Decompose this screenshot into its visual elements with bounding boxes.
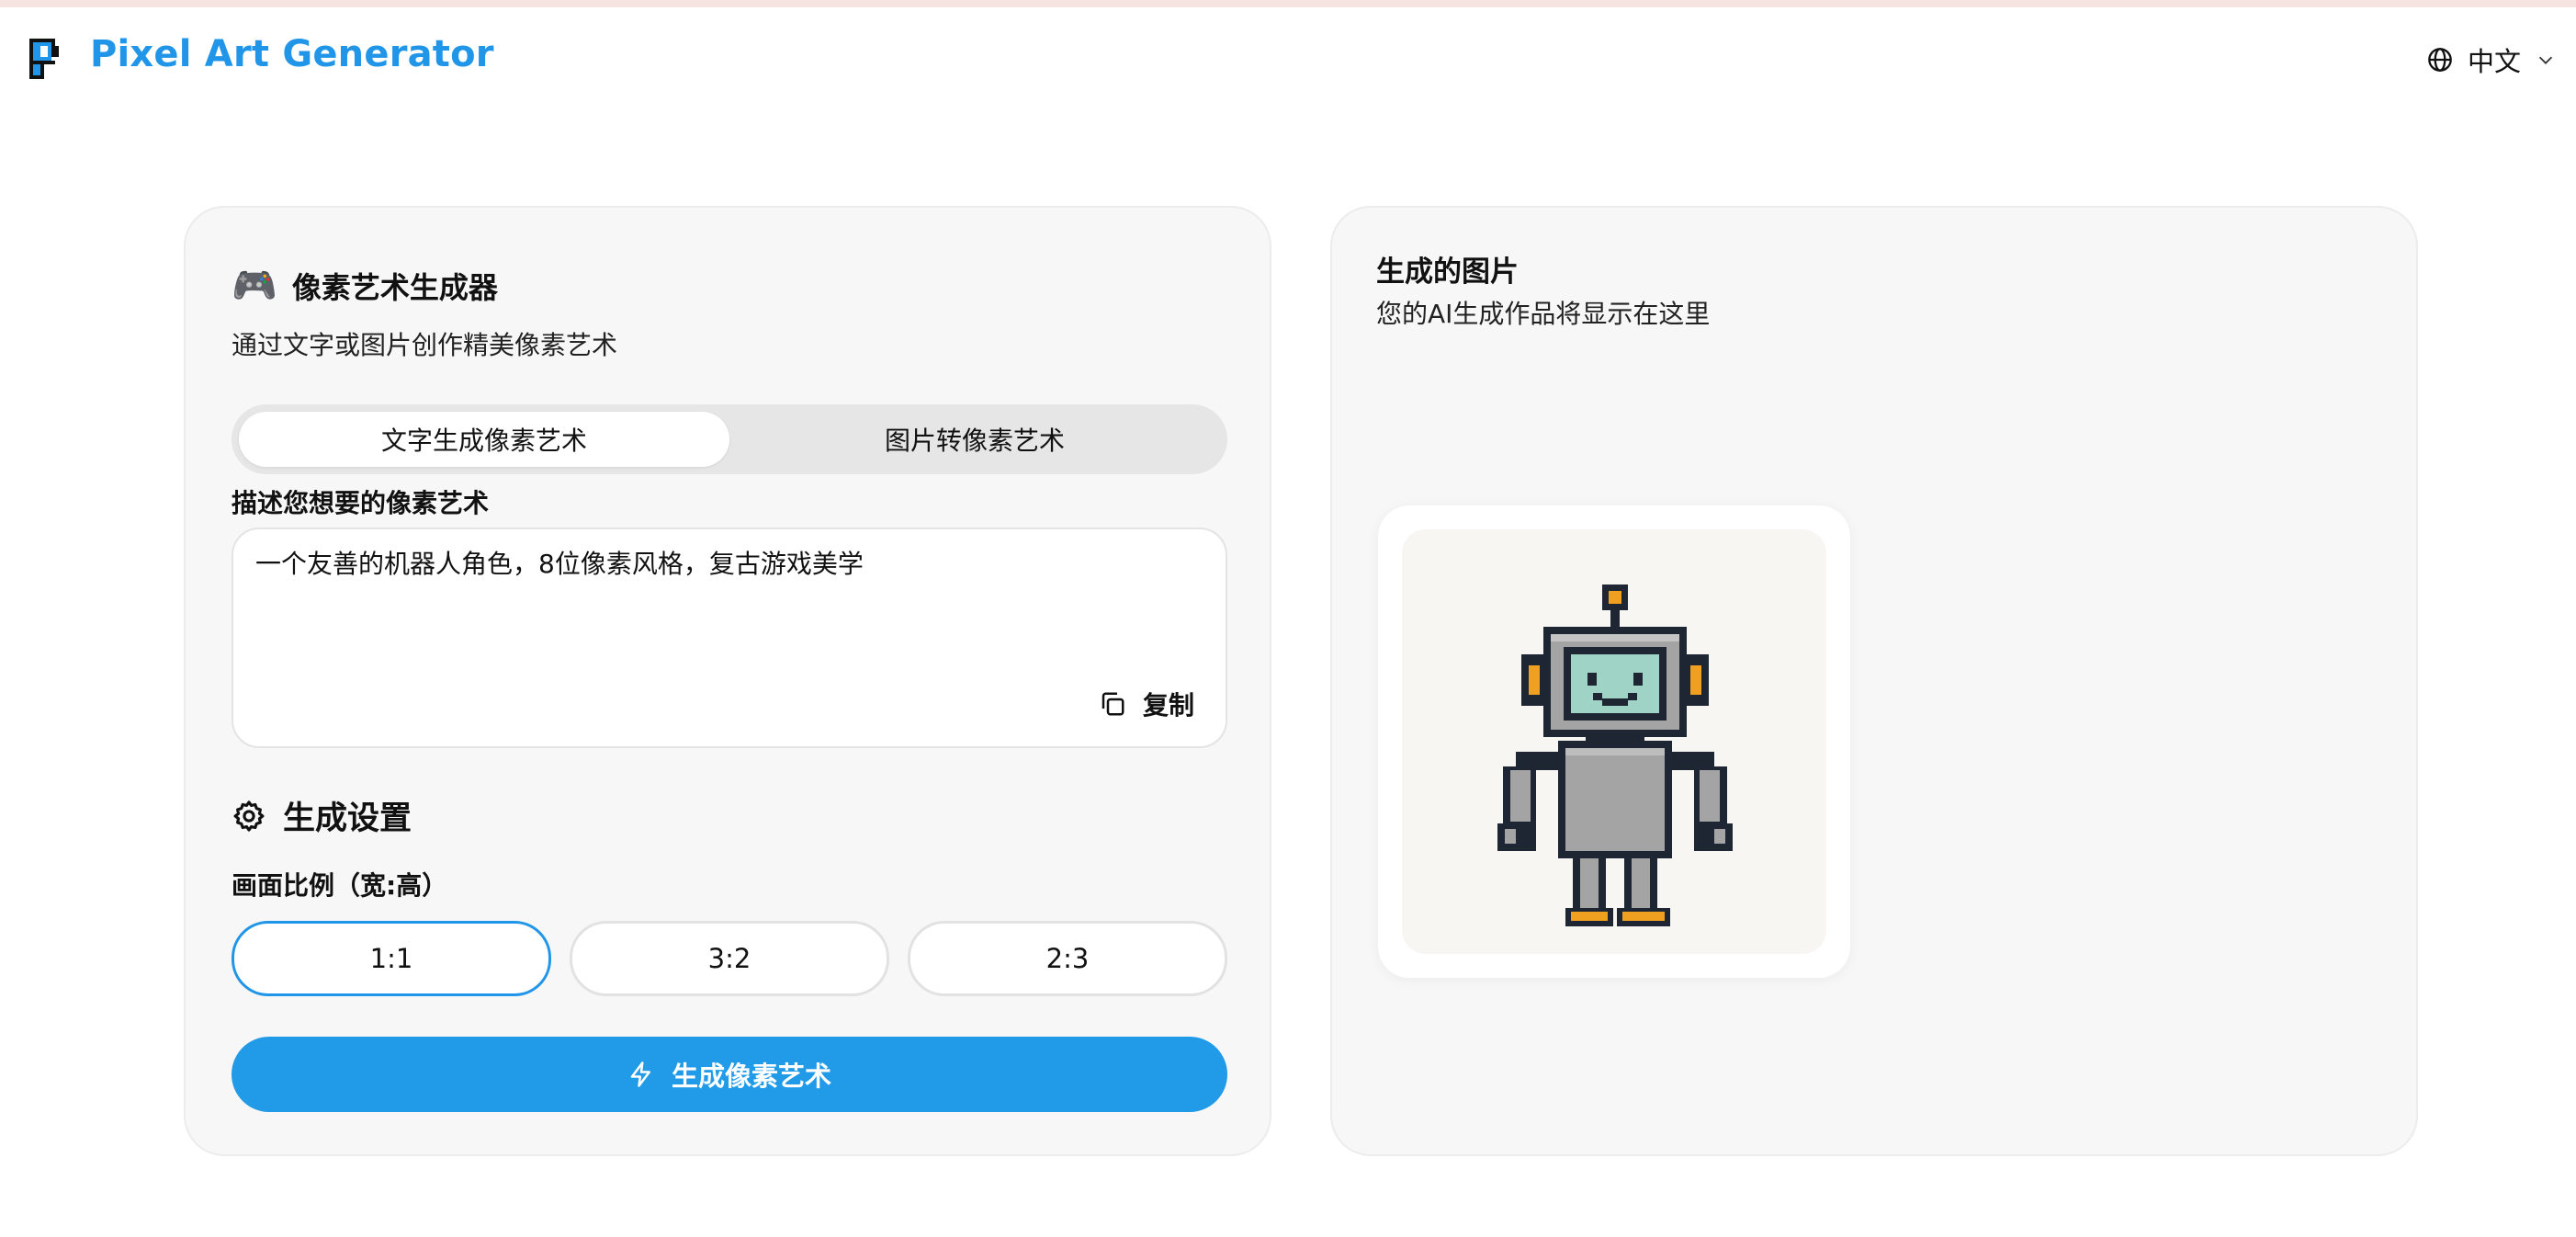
generated-image[interactable]	[1402, 529, 1826, 954]
result-subtitle: 您的AI生成作品将显示在这里	[1376, 299, 1711, 329]
mode-tabs: 文字生成像素艺术 图片转像素艺术	[232, 404, 1227, 474]
copy-icon	[1102, 692, 1124, 716]
app-header: Pixel Art Generator 中文	[0, 7, 2576, 108]
copy-button[interactable]: 复制	[1099, 686, 1194, 722]
ratio-1-1-button[interactable]: 1:1	[232, 921, 551, 996]
robot-pixel-art	[1497, 584, 1733, 926]
generator-panel: 🎮 像素艺术生成器 通过文字或图片创作精美像素艺术 文字生成像素艺术 图片转像素…	[184, 206, 1271, 1156]
generator-subtitle: 通过文字或图片创作精美像素艺术	[232, 330, 618, 360]
settings-title: 生成设置	[283, 800, 412, 837]
gear-icon	[233, 800, 265, 832]
top-strip	[0, 0, 2576, 7]
generated-image-frame[interactable]	[1378, 505, 1850, 978]
language-label: 中文	[2467, 46, 2521, 77]
globe-icon	[2428, 48, 2452, 72]
prompt-label: 描述您想要的像素艺术	[232, 488, 490, 518]
ratio-2-3-button[interactable]: 2:3	[908, 921, 1227, 996]
logo-icon[interactable]	[29, 39, 62, 79]
lightning-icon	[630, 1061, 650, 1087]
prompt-value[interactable]: 一个友善的机器人角色，8位像素风格，复古游戏美学	[255, 544, 864, 581]
copy-label: 复制	[1142, 690, 1194, 721]
generate-button[interactable]: 生成像素艺术	[232, 1037, 1227, 1112]
generate-label: 生成像素艺术	[671, 1061, 831, 1092]
ratio-3-2-button[interactable]: 3:2	[570, 921, 889, 996]
result-title: 生成的图片	[1376, 255, 1519, 289]
tab-image-to-pixel[interactable]: 图片转像素艺术	[729, 412, 1220, 467]
aspect-ratio-label: 画面比例（宽:高）	[232, 870, 448, 901]
generator-title-row: 🎮 像素艺术生成器	[232, 265, 498, 307]
chevron-down-icon	[2538, 56, 2553, 64]
language-selector[interactable]: 中文	[2427, 40, 2556, 79]
result-panel: 生成的图片 您的AI生成作品将显示在这里	[1330, 206, 2418, 1156]
tab-text-to-pixel[interactable]: 文字生成像素艺术	[239, 412, 729, 467]
gamepad-icon: 🎮	[232, 265, 277, 307]
prompt-textarea[interactable]: 一个友善的机器人角色，8位像素风格，复古游戏美学 复制	[232, 528, 1227, 748]
brand-name[interactable]: Pixel Art Generator	[90, 33, 494, 75]
generator-title: 像素艺术生成器	[291, 270, 498, 305]
settings-title-row: 生成设置	[232, 792, 412, 839]
